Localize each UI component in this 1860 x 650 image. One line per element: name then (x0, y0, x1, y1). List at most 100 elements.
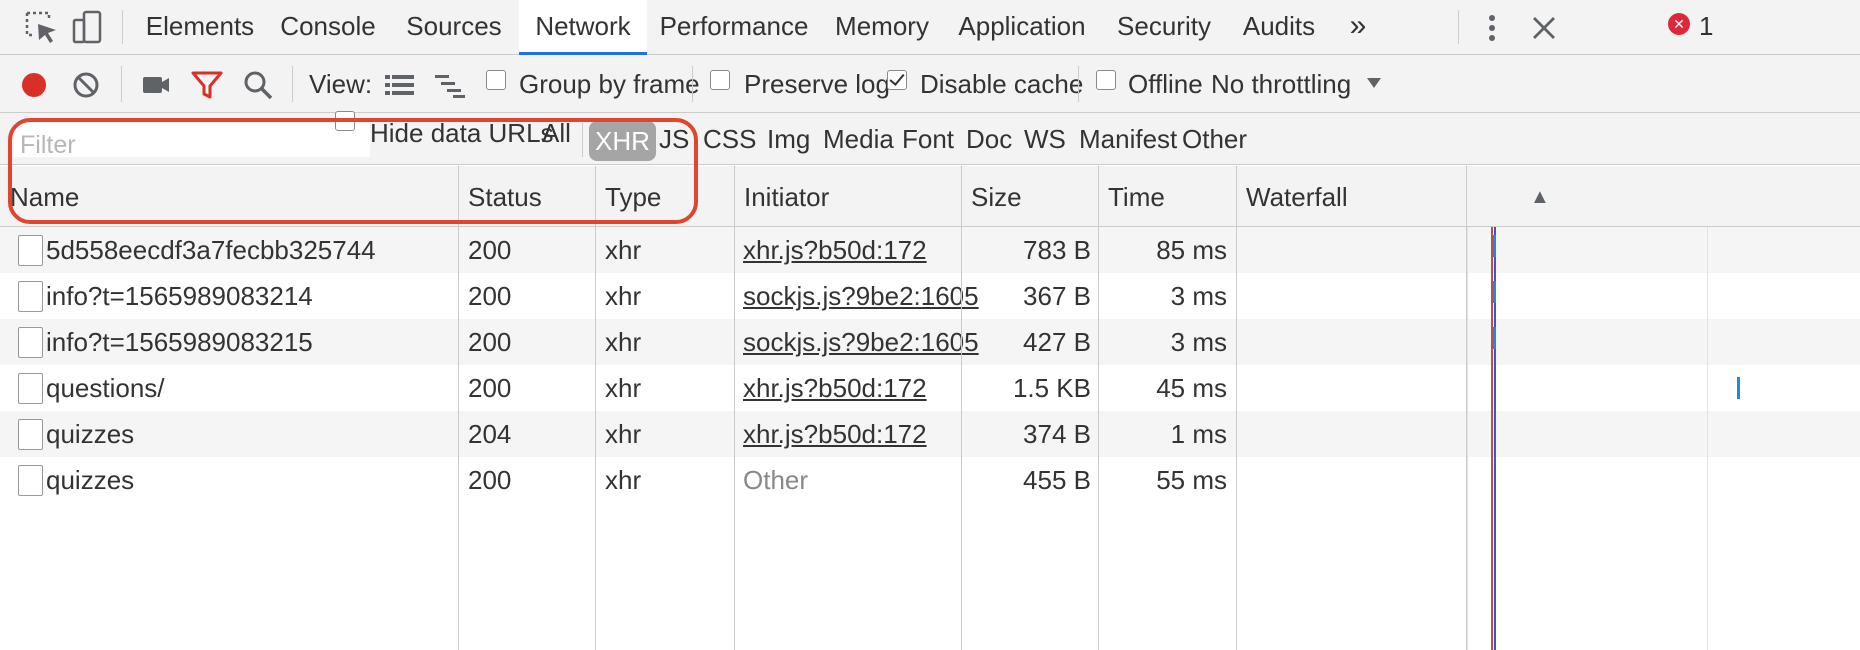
cell-name[interactable]: quizzes (46, 411, 446, 457)
close-icon[interactable] (1524, 8, 1564, 48)
cell-name[interactable]: 5d558eecdf3a7fecbb325744 (46, 227, 446, 273)
waterfall-bar[interactable] (1493, 281, 1496, 303)
separator (582, 123, 583, 157)
column-header-time[interactable]: Time (1098, 166, 1236, 227)
column-header-initiator[interactable]: Initiator (734, 166, 961, 227)
cell-name[interactable]: info?t=1565989083214 (46, 273, 446, 319)
tab-elements[interactable]: Elements (138, 0, 262, 55)
dropdown-arrow-icon[interactable] (1356, 67, 1392, 103)
table-row[interactable]: info?t=1565989083214 200 xhr sockjs.js?9be2… (0, 273, 1466, 319)
waterfall-bar[interactable] (1737, 377, 1740, 399)
filter-type-font[interactable]: Font (902, 113, 954, 165)
column-header-name[interactable]: Name (0, 166, 458, 227)
filter-type-js[interactable]: JS (659, 113, 689, 165)
table-row[interactable]: quizzes 200 xhr Other 455 B 55 ms (0, 457, 1466, 503)
tab-application[interactable]: Application (952, 0, 1092, 55)
filter-type-media[interactable]: Media (823, 113, 894, 165)
cell-name[interactable]: quizzes (46, 457, 446, 503)
table-header: Name Status Type Initiator Size Time Wat… (0, 166, 1860, 227)
tab-security[interactable]: Security (1108, 0, 1220, 55)
waterfall-row (1467, 457, 1860, 503)
tab-performance[interactable]: Performance (656, 0, 812, 55)
tab-console[interactable]: Console (272, 0, 384, 55)
sort-ascending-icon[interactable]: ▲ (1530, 166, 1560, 227)
waterfall-grid-line (1707, 227, 1708, 650)
column-divider[interactable] (595, 166, 596, 650)
cell-initiator[interactable]: sockjs.js?9be2:1605 (743, 319, 979, 365)
disable-cache-label[interactable]: Disable cache (920, 55, 1083, 113)
column-divider[interactable] (961, 166, 962, 650)
table-row[interactable]: quizzes 204 xhr xhr.js?b50d:172 374 B 1 ms (0, 411, 1466, 457)
group-by-frame-label[interactable]: Group by frame (519, 55, 700, 113)
cell-initiator[interactable]: xhr.js?b50d:172 (743, 365, 958, 411)
inspect-element-icon[interactable] (22, 8, 62, 48)
column-divider[interactable] (1236, 166, 1237, 650)
table-row[interactable]: questions/200 xhr xhr.js?b50d:172 1.5 KB 45 … (0, 365, 1466, 411)
tab-sources[interactable]: Sources (398, 0, 510, 55)
cell-time: 45 ms (1156, 373, 1227, 403)
cell-time: 1 ms (1170, 419, 1227, 449)
cell-size: 1.5 KB (1012, 373, 1091, 403)
waterfall-bar[interactable] (1493, 235, 1496, 257)
hide-data-urls-label[interactable]: Hide data URLs (370, 107, 554, 159)
preserve-log-label[interactable]: Preserve log (744, 55, 890, 113)
filter-type-all[interactable]: All (542, 107, 571, 159)
table-row[interactable]: 5d558eecdf3a7fecbb325744 200 xhr xhr.js?b50… (0, 227, 1466, 273)
device-toolbar-icon[interactable] (68, 8, 108, 48)
tab-audits[interactable]: Audits (1234, 0, 1324, 55)
group-by-frame-checkbox[interactable] (486, 70, 506, 90)
screenshot-camera-icon[interactable] (138, 67, 174, 103)
filter-type-ws[interactable]: WS (1024, 113, 1066, 165)
filter-funnel-icon[interactable] (189, 67, 225, 103)
tab-memory[interactable]: Memory (826, 0, 938, 55)
record-icon[interactable] (16, 67, 52, 103)
offline-checkbox[interactable] (1096, 70, 1116, 90)
column-divider[interactable] (734, 166, 735, 650)
cell-initiator[interactable]: xhr.js?b50d:172 (743, 227, 958, 273)
filter-input[interactable] (14, 123, 370, 157)
overflow-chevron-icon[interactable]: » (1338, 0, 1378, 55)
cell-time: 3 ms (1170, 327, 1227, 357)
column-divider[interactable] (458, 166, 459, 650)
filter-type-manifest[interactable]: Manifest (1079, 113, 1177, 165)
clear-icon[interactable] (68, 67, 104, 103)
cell-type: xhr (605, 327, 642, 357)
more-vert-icon[interactable] (1472, 8, 1512, 48)
search-icon[interactable] (240, 67, 276, 103)
file-icon (18, 327, 43, 358)
column-header-status[interactable]: Status (458, 166, 595, 227)
column-header-waterfall[interactable]: Waterfall (1236, 166, 1476, 227)
waterfall-row (1467, 273, 1860, 319)
filter-type-img[interactable]: Img (767, 113, 810, 165)
cell-type: xhr (605, 281, 642, 311)
file-icon (18, 281, 43, 312)
column-header-type[interactable]: Type (595, 166, 734, 227)
cell-name[interactable]: questions/ (46, 365, 446, 411)
filter-type-other[interactable]: Other (1182, 113, 1247, 165)
filter-type-doc[interactable]: Doc (966, 113, 1012, 165)
error-icon[interactable]: ✕ (1668, 13, 1690, 35)
cell-time: 55 ms (1156, 465, 1227, 495)
cell-initiator[interactable]: sockjs.js?9be2:1605 (743, 273, 979, 319)
cell-initiator[interactable]: xhr.js?b50d:172 (743, 411, 958, 457)
cell-name[interactable]: info?t=1565989083215 (46, 319, 446, 365)
waterfall-bar[interactable] (1493, 327, 1496, 349)
filter-type-xhr[interactable]: XHR (589, 121, 656, 161)
column-divider[interactable] (1098, 166, 1099, 650)
waterfall-grid-line (1467, 227, 1468, 650)
throttling-select[interactable]: No throttling (1211, 55, 1351, 113)
list-view-icon[interactable] (382, 67, 418, 103)
waterfall-view-icon[interactable] (433, 67, 469, 103)
column-header-size[interactable]: Size (961, 166, 1098, 227)
disable-cache-checkbox[interactable] (887, 70, 907, 90)
waterfall-row (1467, 411, 1860, 457)
preserve-log-checkbox[interactable] (710, 70, 730, 90)
cell-status: 204 (468, 419, 512, 449)
tab-network[interactable]: Network (519, 0, 647, 55)
table-row[interactable]: info?t=1565989083215 200 xhr sockjs.js?9be2… (0, 319, 1466, 365)
offline-label[interactable]: Offline (1128, 55, 1203, 113)
hide-data-urls-checkbox[interactable] (335, 111, 355, 131)
filter-type-css[interactable]: CSS (703, 113, 756, 165)
error-count[interactable]: 1 (1699, 0, 1713, 52)
separator (122, 10, 123, 44)
